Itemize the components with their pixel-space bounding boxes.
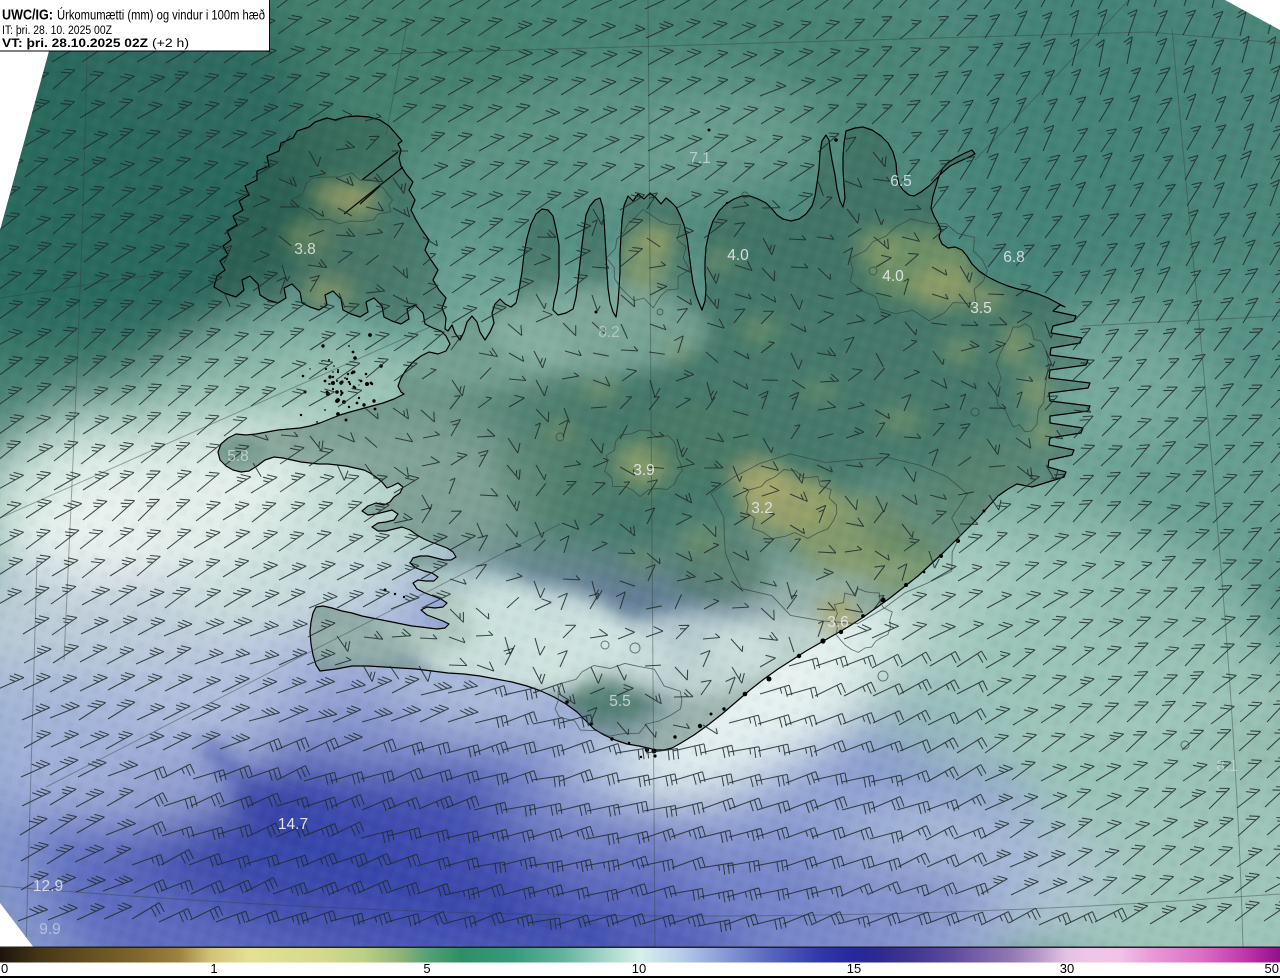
svg-text:UWC/IG:: UWC/IG: — [2, 7, 53, 24]
svg-text:3.8: 3.8 — [294, 241, 316, 258]
svg-text:1: 1 — [210, 961, 217, 976]
svg-text:5.5: 5.5 — [609, 693, 631, 710]
svg-text:5.8: 5.8 — [227, 448, 249, 465]
svg-text:4.0: 4.0 — [727, 247, 749, 264]
svg-text:4.0: 4.0 — [882, 268, 904, 285]
svg-text:7.1: 7.1 — [689, 150, 711, 167]
svg-text:VT: þri. 28.10.2025 02Z: VT: þri. 28.10.2025 02Z — [2, 38, 148, 50]
svg-text:8.2: 8.2 — [598, 324, 620, 341]
svg-text:10: 10 — [632, 961, 646, 976]
svg-text:(+2 h): (+2 h) — [152, 38, 189, 50]
svg-text:14.7: 14.7 — [278, 816, 308, 833]
svg-text:3.5: 3.5 — [970, 300, 992, 317]
svg-text:6.5: 6.5 — [890, 173, 912, 190]
svg-text:12.9: 12.9 — [33, 878, 63, 895]
svg-text:8.1: 8.1 — [1216, 758, 1238, 775]
svg-text:Úrkomumætti (mm) og vindur i 1: Úrkomumætti (mm) og vindur i 100m hæð — [57, 7, 265, 23]
svg-text:3.6: 3.6 — [827, 614, 849, 631]
svg-text:0: 0 — [1, 961, 8, 976]
svg-text:9.9: 9.9 — [39, 921, 61, 938]
svg-text:6.8: 6.8 — [1003, 249, 1025, 266]
svg-text:3.9: 3.9 — [633, 462, 655, 479]
svg-text:50: 50 — [1265, 961, 1279, 976]
svg-text:15: 15 — [847, 961, 861, 976]
svg-text:5: 5 — [423, 961, 430, 976]
svg-text:3.2: 3.2 — [751, 500, 773, 517]
svg-text:IT: þri. 28. 10. 2025 00Z: IT: þri. 28. 10. 2025 00Z — [2, 25, 112, 37]
svg-text:30: 30 — [1060, 961, 1074, 976]
